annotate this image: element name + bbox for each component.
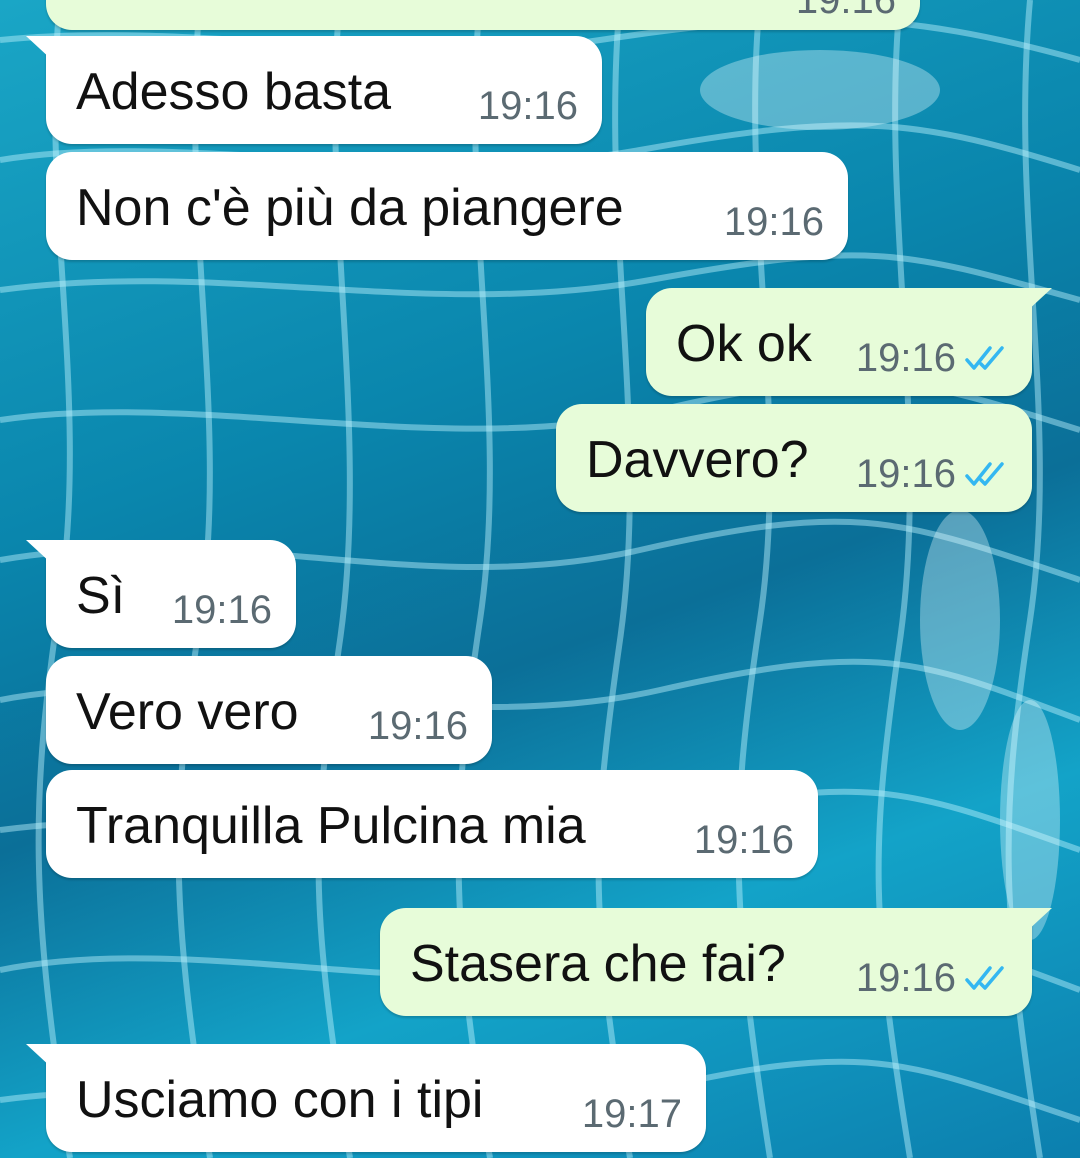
message-bubble-incoming[interactable]: Tranquilla Pulcina mia 19:16 — [46, 770, 818, 878]
message-bubble-incoming[interactable]: Sì 19:16 — [26, 540, 296, 648]
message-text: Tranquilla Pulcina mia — [76, 797, 586, 855]
message-meta: 19:16 — [368, 704, 468, 748]
message-text: Davvero? — [586, 431, 809, 489]
message-text: Non c'è più da piangere — [76, 179, 624, 237]
message-text: Usciamo con i tipi — [76, 1071, 484, 1129]
message-text: Stasera che fai? — [410, 935, 786, 993]
bubble-tail — [1026, 288, 1052, 312]
double-check-icon — [965, 462, 1004, 486]
message-meta: 19:16 — [856, 336, 1008, 380]
message-meta: 19:16 — [172, 588, 272, 632]
double-check-icon — [965, 346, 1004, 370]
partial-message-bubble[interactable]: 19:16 — [46, 0, 920, 30]
message-bubble-incoming[interactable]: Usciamo con i tipi 19:17 — [26, 1044, 706, 1152]
message-meta: 19:16 — [724, 200, 824, 244]
message-meta: 19:16 — [478, 84, 578, 128]
message-time: 19:16 — [477, 84, 578, 128]
double-check-icon — [965, 966, 1004, 990]
message-text: Ok ok — [676, 315, 812, 373]
bubble-tail — [26, 540, 52, 564]
message-meta: 19:16 — [856, 956, 1008, 1000]
message-time: 19:16 — [795, 0, 896, 22]
message-meta: 19:16 — [694, 818, 794, 862]
message-time: 19:16 — [171, 588, 272, 632]
message-time: 19:16 — [367, 704, 468, 748]
message-meta: 19:16 — [856, 452, 1008, 496]
message-bubble-incoming[interactable]: Non c'è più da piangere 19:16 — [46, 152, 848, 260]
message-text: Adesso basta — [76, 63, 392, 121]
message-bubble-outgoing[interactable]: Stasera che fai? 19:16 — [380, 908, 1052, 1016]
bubble-tail — [1026, 908, 1052, 932]
message-time: 19:16 — [855, 956, 956, 1000]
message-time: 19:16 — [723, 200, 824, 244]
message-time: 19:16 — [855, 452, 956, 496]
message-bubble-incoming[interactable]: Adesso basta 19:16 — [26, 36, 602, 144]
message-bubble-outgoing[interactable]: Davvero? 19:16 — [556, 404, 1032, 512]
message-meta: 19:16 — [796, 0, 896, 22]
message-time: 19:17 — [581, 1092, 682, 1136]
bubble-tail — [26, 36, 52, 60]
message-time: 19:16 — [855, 336, 956, 380]
message-text: Sì — [76, 567, 126, 625]
bubble-tail — [26, 1044, 52, 1068]
message-meta: 19:17 — [582, 1092, 682, 1136]
message-bubble-incoming[interactable]: Vero vero 19:16 — [46, 656, 492, 764]
message-bubble-outgoing[interactable]: Ok ok 19:16 — [646, 288, 1052, 396]
message-text: Vero vero — [76, 683, 299, 741]
message-time: 19:16 — [693, 818, 794, 862]
